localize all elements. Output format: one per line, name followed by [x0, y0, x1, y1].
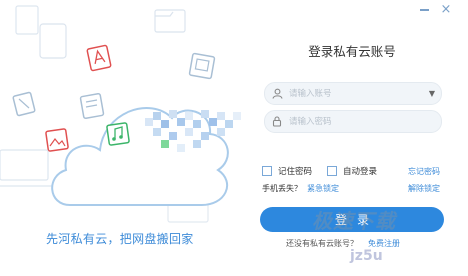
tablet-icon	[39, 23, 67, 59]
remember-password-label: 记住密码	[278, 167, 313, 177]
pixelated-area	[145, 108, 257, 158]
cloud-illustration: 先河私有云，把网盘搬回家	[0, 0, 262, 276]
no-account-text: 还没有私有云账号？	[286, 239, 358, 248]
music-icon	[106, 122, 130, 146]
image-icon	[45, 128, 69, 152]
remember-password-checkbox[interactable]: 记住密码	[262, 165, 312, 177]
folder-icon	[154, 9, 186, 33]
doc-icon	[15, 5, 39, 35]
pdf-icon	[86, 44, 112, 72]
chevron-down-icon[interactable]: ▼	[423, 89, 441, 98]
minimize-icon[interactable]	[415, 2, 433, 18]
doc-icon	[79, 92, 105, 120]
emergency-lock-link[interactable]: 紧急锁定	[307, 183, 339, 194]
phone-icon	[12, 91, 36, 117]
app-window: × 先河私有云，把网盘搬回家 登录私有云账号 请输入账号 ▼ 记住密码 自动登录…	[0, 0, 468, 276]
watermark-site: jz5u	[350, 248, 383, 264]
user-icon	[265, 88, 289, 99]
password-input[interactable]	[289, 112, 441, 131]
login-title: 登录私有云账号	[308, 44, 396, 59]
checkbox-box[interactable]	[327, 166, 337, 176]
photo-icon	[188, 52, 216, 80]
auto-login-label: 自动登录	[343, 167, 378, 177]
watermark: 极速下载	[312, 209, 396, 233]
checkbox-box[interactable]	[262, 166, 272, 176]
forgot-password-link[interactable]: 忘记密码	[408, 166, 440, 177]
account-input[interactable]	[289, 84, 423, 103]
auto-login-checkbox[interactable]: 自动登录	[327, 165, 377, 177]
phone-lost-text: 手机丢失？	[262, 184, 302, 193]
lock-icon	[265, 116, 289, 127]
close-icon[interactable]: ×	[437, 2, 455, 18]
unlock-device-link[interactable]: 解除锁定	[408, 183, 440, 194]
slogan-text: 先河私有云，把网盘搬回家	[46, 232, 194, 246]
account-field[interactable]: ▼	[264, 82, 442, 105]
password-field[interactable]	[264, 110, 442, 133]
laptop-icon	[0, 149, 56, 187]
